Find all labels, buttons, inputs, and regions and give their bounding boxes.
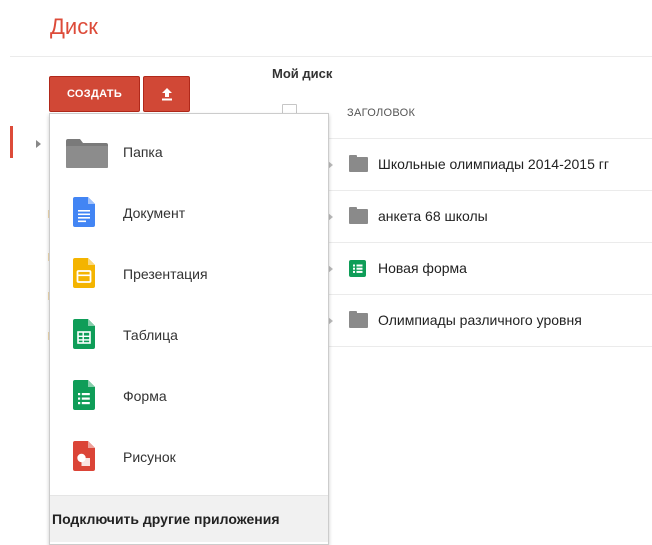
folder-icon	[66, 139, 108, 168]
file-name: Олимпиады различного уровня	[378, 312, 582, 328]
menu-item-document[interactable]: Документ	[50, 183, 328, 243]
menu-item-label: Презентация	[123, 266, 208, 282]
connect-more-apps[interactable]: Подключить другие приложения	[50, 495, 328, 542]
file-row[interactable]: Школьные олимпиады 2014-2015 гг	[322, 139, 652, 191]
folder-icon	[349, 155, 368, 172]
folder-icon	[349, 207, 368, 224]
file-row[interactable]: анкета 68 школы	[322, 191, 652, 243]
menu-item-label: Папка	[123, 144, 163, 160]
column-header-title[interactable]: ЗАГОЛОВОК	[347, 107, 415, 119]
file-row[interactable]: Олимпиады различного уровня	[322, 295, 652, 347]
upload-button[interactable]	[143, 76, 190, 112]
menu-item-form[interactable]: Форма	[50, 366, 328, 426]
file-name: Новая форма	[378, 260, 467, 276]
file-row[interactable]: Новая форма	[322, 243, 652, 295]
expand-arrow-icon[interactable]	[36, 140, 41, 148]
form-glyph-icon	[353, 264, 363, 273]
menu-item-drawing[interactable]: Рисунок	[50, 427, 328, 487]
menu-item-label: Таблица	[123, 327, 178, 343]
menu-item-presentation[interactable]: Презентация	[50, 244, 328, 304]
docs-icon	[73, 197, 95, 227]
breadcrumb[interactable]: Мой диск	[272, 66, 332, 81]
file-name: Школьные олимпиады 2014-2015 гг	[378, 156, 609, 172]
menu-item-label: Рисунок	[123, 449, 176, 465]
menu-item-label: Форма	[123, 388, 167, 404]
forms-icon	[73, 380, 95, 410]
menu-item-spreadsheet[interactable]: Таблица	[50, 305, 328, 365]
upload-icon	[161, 88, 172, 101]
form-icon	[349, 260, 366, 277]
drawings-icon	[73, 441, 95, 471]
create-button[interactable]: СОЗДАТЬ	[49, 76, 140, 112]
menu-item-label: Документ	[123, 205, 186, 221]
connect-more-apps-label: Подключить другие приложения	[52, 511, 280, 527]
folder-icon	[349, 311, 368, 328]
menu-item-folder[interactable]: Папка	[50, 122, 328, 182]
header-divider	[10, 56, 652, 57]
nav-selected-indicator	[10, 126, 13, 158]
create-menu: Папка Документ Презентация Таблица Форма…	[49, 113, 329, 545]
slides-icon	[73, 258, 95, 288]
file-name: анкета 68 школы	[378, 208, 488, 224]
sheets-icon	[73, 319, 95, 349]
app-title: Диск	[50, 14, 98, 39]
